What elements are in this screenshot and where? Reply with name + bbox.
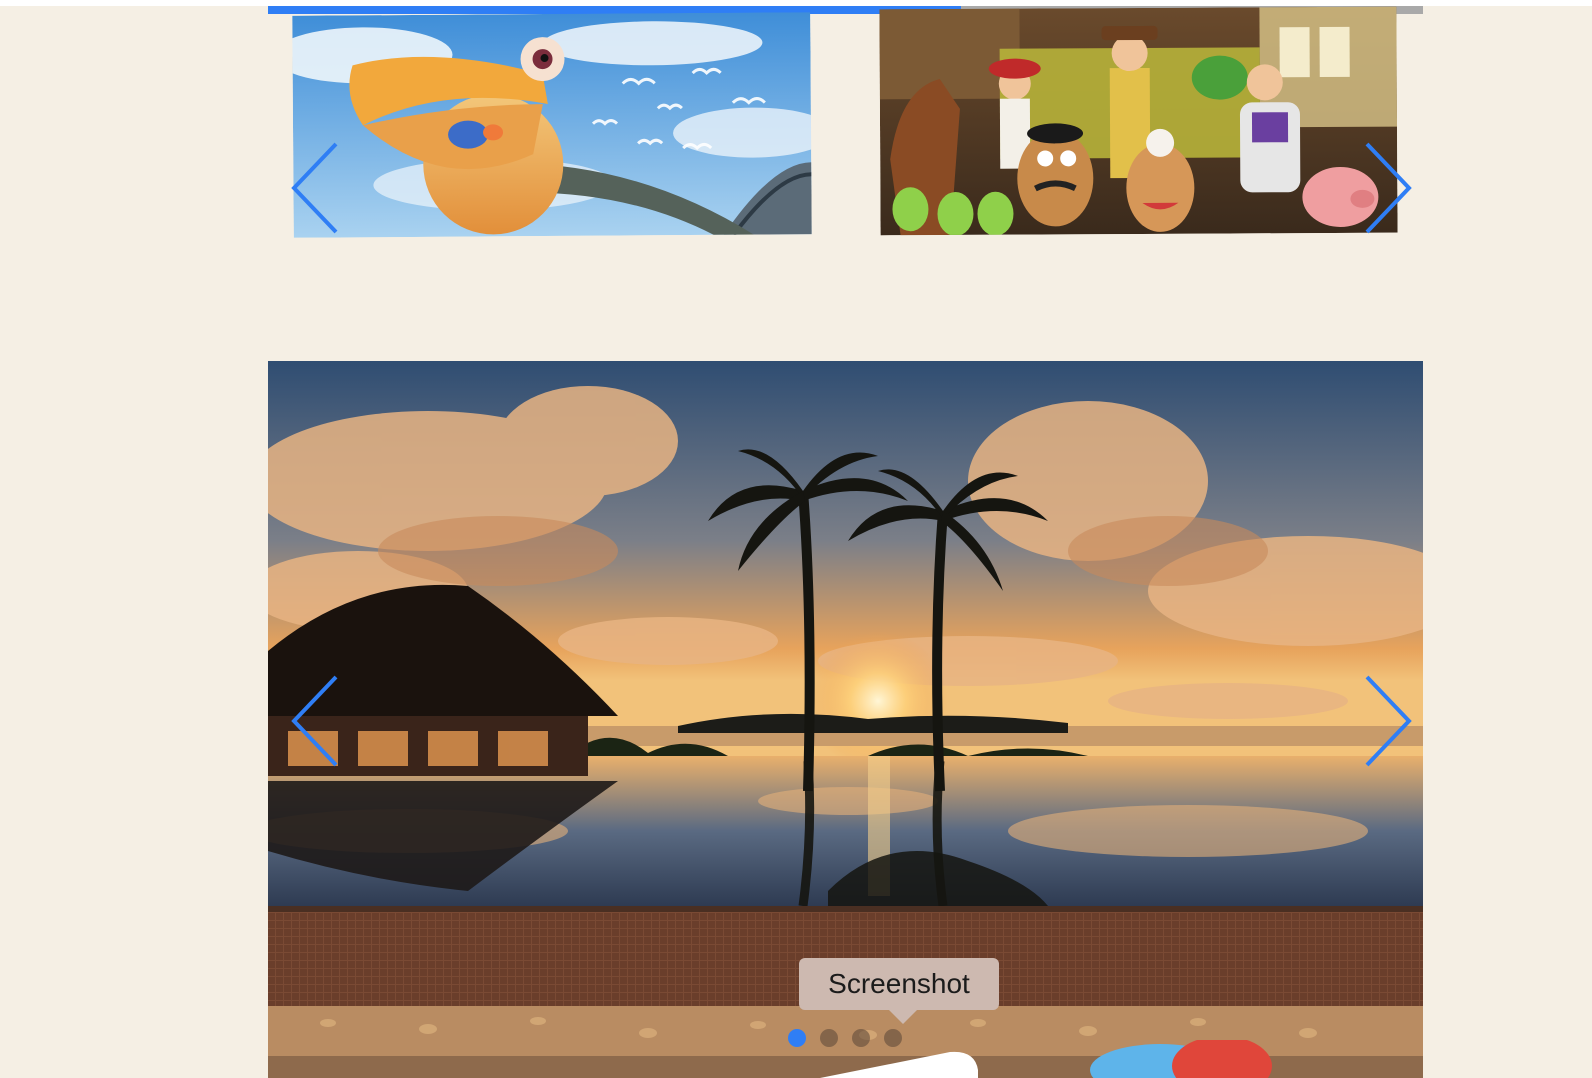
- bottom-decorations: [820, 1040, 1272, 1078]
- nemo-pelican-image[interactable]: [292, 12, 812, 238]
- tooltip-tail: [889, 1010, 917, 1024]
- chevron-left-icon: [291, 142, 338, 234]
- top-carousel-prev-button[interactable]: [290, 138, 350, 238]
- main-carousel: Screenshot: [268, 361, 1423, 1078]
- chevron-left-icon: [291, 675, 338, 767]
- top-carousel: [268, 6, 1423, 241]
- top-carousel-next-button[interactable]: [1353, 138, 1413, 238]
- screenshot-tooltip: Screenshot: [799, 958, 999, 1010]
- chevron-right-icon: [1365, 142, 1412, 234]
- toy-story-image[interactable]: [879, 6, 1398, 236]
- main-carousel-prev-button[interactable]: [290, 671, 350, 771]
- main-carousel-next-button[interactable]: [1353, 671, 1413, 771]
- chevron-right-icon: [1365, 675, 1412, 767]
- page: Screenshot: [0, 0, 1592, 1078]
